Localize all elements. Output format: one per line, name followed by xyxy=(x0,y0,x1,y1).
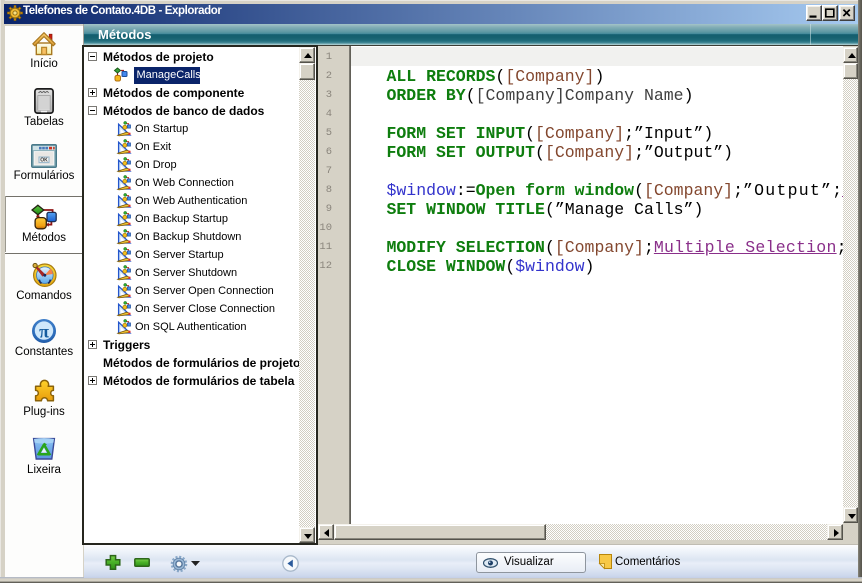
svg-text:OK: OK xyxy=(40,158,48,164)
svg-text:π: π xyxy=(39,321,49,341)
